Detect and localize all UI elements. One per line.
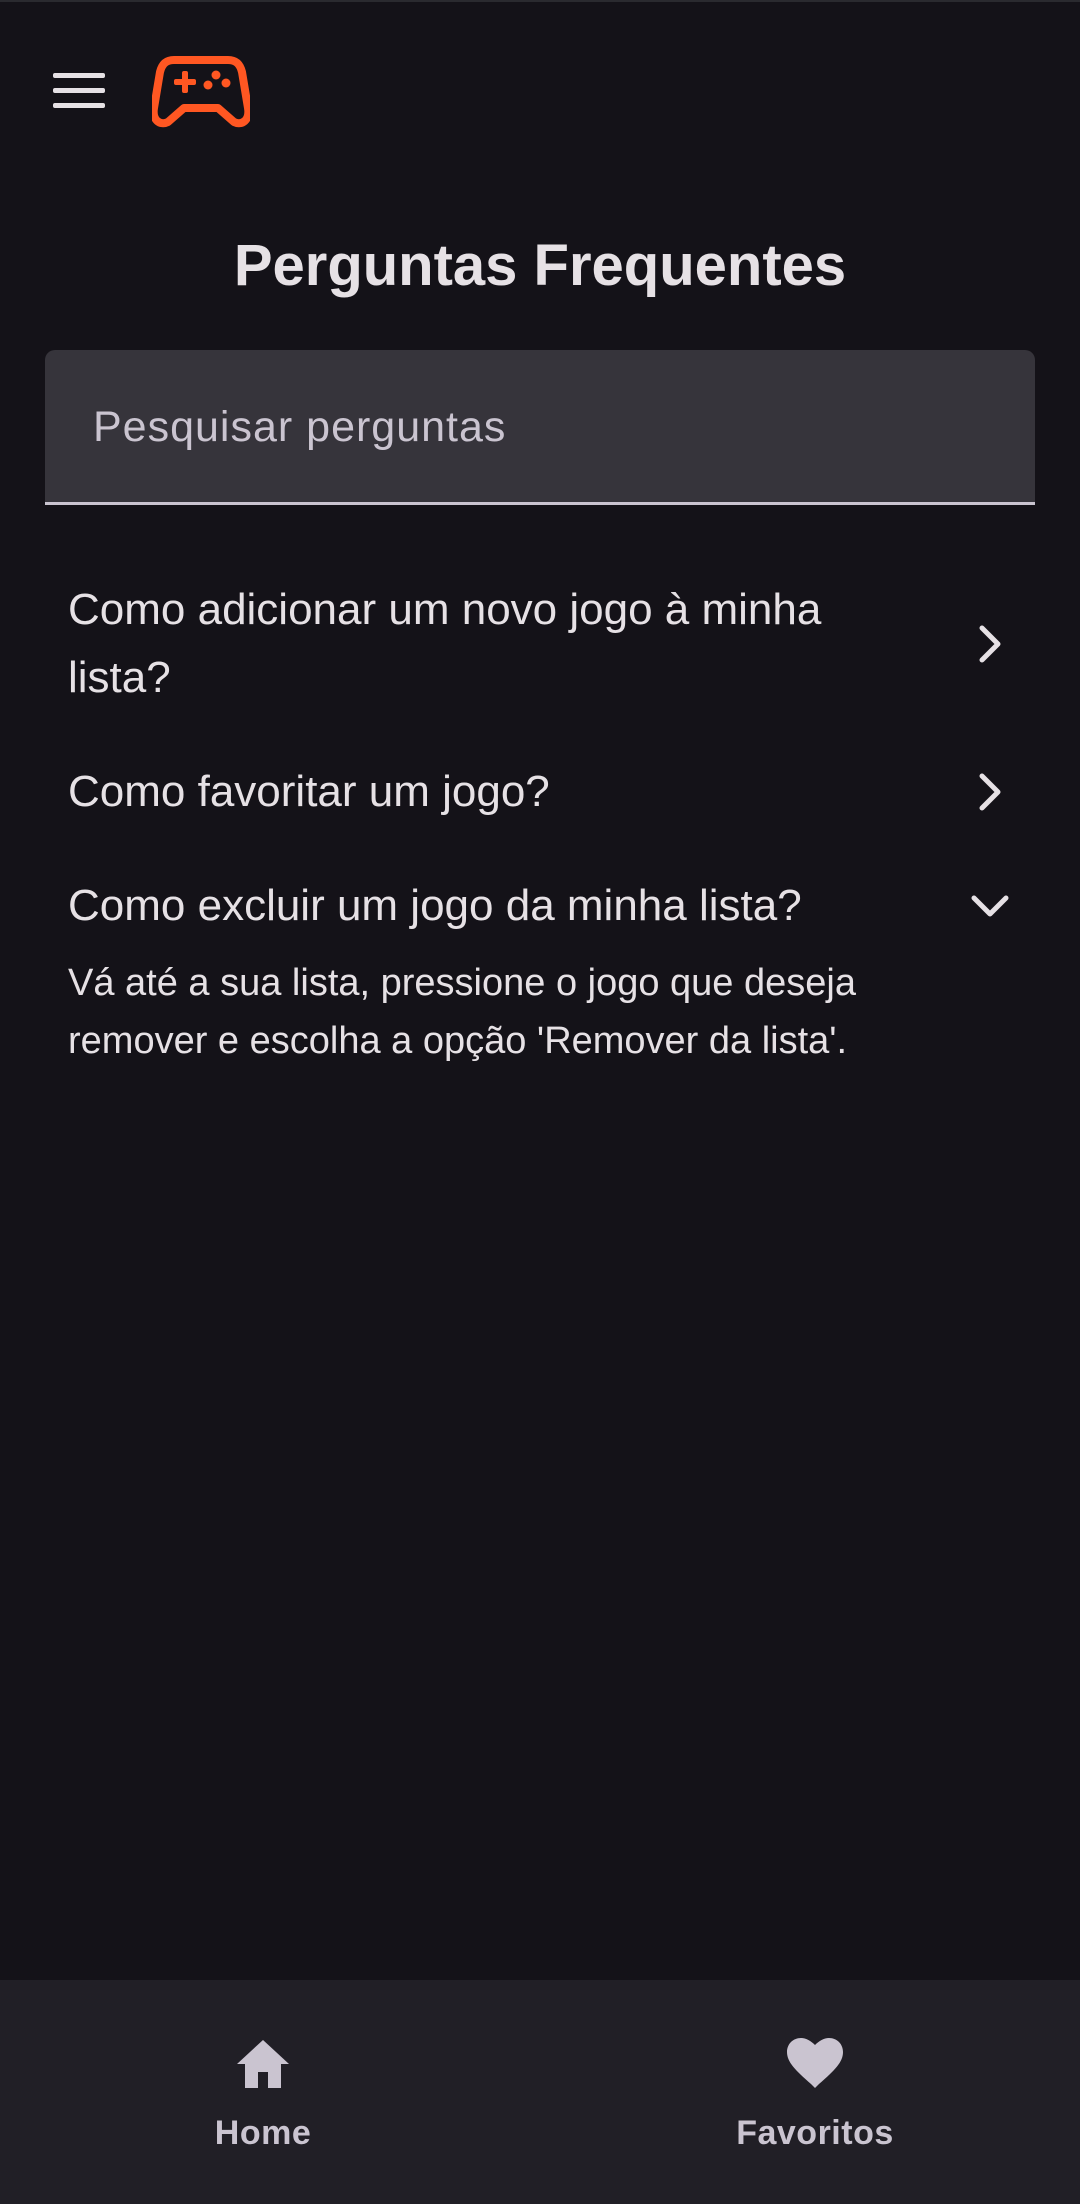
- nav-item-favorites[interactable]: Favoritos: [665, 1980, 965, 2204]
- faq-item-delete-game[interactable]: Como excluir um jogo da minha lista? Vá …: [68, 872, 1018, 1070]
- search-field[interactable]: [45, 350, 1035, 505]
- faq-question: Como excluir um jogo da minha lista?: [68, 881, 802, 930]
- status-divider: [0, 0, 1080, 2]
- gamepad-icon: [149, 56, 253, 128]
- chevron-right-icon: [979, 625, 1001, 663]
- faq-question: Como favoritar um jogo?: [68, 767, 550, 816]
- menu-button[interactable]: [40, 58, 118, 124]
- heart-icon: [787, 2038, 843, 2088]
- nav-label-favorites: Favoritos: [736, 2114, 894, 2152]
- chevron-right-icon: [979, 773, 1001, 811]
- faq-answer: Vá até a sua lista, pressione o jogo que…: [68, 962, 856, 1062]
- faq-item-add-game[interactable]: Como adicionar um novo jogo à minha list…: [68, 576, 1018, 712]
- nav-item-home[interactable]: Home: [113, 1980, 413, 2204]
- bottom-navigation: Home Favoritos: [0, 1980, 1080, 2204]
- faq-item-favorite-game[interactable]: Como favoritar um jogo?: [68, 758, 1018, 826]
- chevron-down-icon: [971, 895, 1009, 917]
- app-screen: Perguntas Frequentes Como adicionar um n…: [0, 0, 1080, 2204]
- home-icon: [237, 2040, 289, 2088]
- faq-question: Como adicionar um novo jogo à minha list…: [68, 585, 822, 702]
- gamepad-logo[interactable]: [149, 52, 253, 130]
- hamburger-menu-icon: [53, 73, 105, 108]
- page-title: Perguntas Frequentes: [233, 233, 847, 298]
- nav-label-home: Home: [214, 2114, 312, 2152]
- search-input[interactable]: [91, 350, 995, 504]
